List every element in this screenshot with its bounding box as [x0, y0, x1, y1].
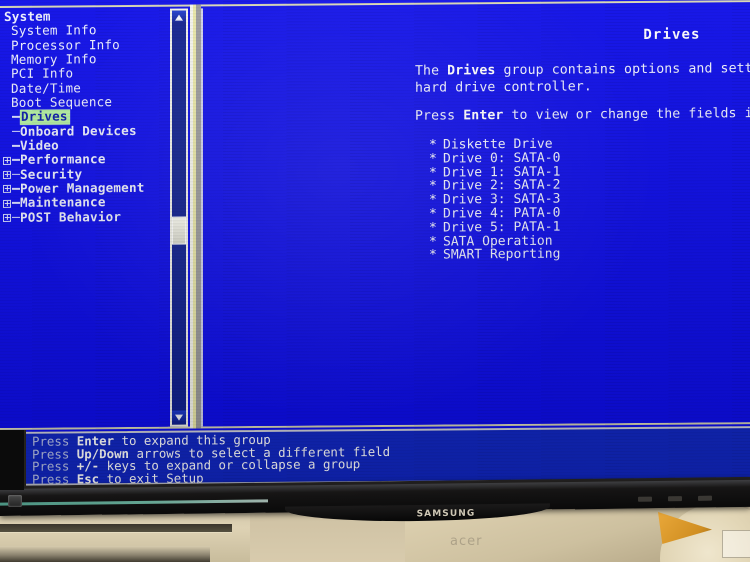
tree-expand-plus-icon[interactable]: + — [2, 168, 20, 182]
keyboard-key-row — [0, 546, 210, 562]
tree-expand-plus-icon[interactable]: + — [2, 182, 20, 196]
bullet-star-icon: * — [429, 165, 437, 181]
bios-content-panel: Drives The Drives group contains options… — [201, 4, 750, 427]
monitor-button-source[interactable] — [668, 496, 682, 502]
monitor-brand-logo: SAMSUNG — [416, 508, 476, 520]
tree-dash-icon — [2, 110, 20, 124]
content-panel-border — [201, 8, 203, 427]
bullet-star-icon: * — [429, 192, 437, 208]
keyboard-function-row — [0, 524, 232, 532]
bullet-star-icon: * — [429, 234, 437, 250]
description-line-2: hard drive controller. — [415, 79, 592, 96]
scroll-down-arrow-icon[interactable] — [172, 410, 186, 425]
sidebar-item-performance[interactable]: + Performance — [0, 152, 168, 168]
tree-dash-icon — [2, 139, 20, 153]
bios-setup-screen: System System Info Processor Info Memory… — [0, 0, 750, 492]
tree-expand-plus-icon[interactable]: + — [2, 211, 20, 225]
bullet-star-icon: * — [429, 178, 437, 195]
list-item[interactable]: * SMART Reporting — [429, 247, 560, 264]
sidebar-item-post-behavior[interactable]: + POST Behavior — [0, 209, 168, 225]
tree-dash-icon — [2, 125, 20, 139]
monitor-button-auto[interactable] — [698, 495, 712, 501]
enter-instruction: Press Enter to view or change the fields… — [415, 105, 750, 124]
tree-expand-plus-icon[interactable]: + — [2, 153, 20, 167]
disc-label-patch — [722, 530, 750, 558]
sidebar-item-boot-sequence[interactable]: Boot Sequence — [0, 94, 168, 111]
sidebar-item-memory-info[interactable]: Memory Info — [0, 51, 168, 68]
bullet-star-icon: * — [429, 220, 437, 236]
bios-navigation-tree[interactable]: System System Info Processor Info Memory… — [0, 9, 168, 428]
sidebar-scrollbar[interactable] — [170, 8, 188, 427]
monitor-power-indicator[interactable] — [8, 495, 22, 507]
scrollbar-thumb[interactable] — [172, 216, 186, 245]
bullet-star-icon: * — [429, 151, 437, 167]
sidebar-item-onboard-devices[interactable]: Onboard Devices — [0, 123, 168, 139]
bullet-star-icon: * — [429, 206, 437, 222]
sidebar-item-pci-info[interactable]: PCI Info — [0, 66, 168, 82]
monitor-left-bezel-strip — [0, 430, 24, 490]
scroll-up-arrow-icon[interactable] — [172, 10, 186, 25]
monitor-button-menu[interactable] — [638, 496, 652, 502]
photo-scene: acer System System Info Processor Info M… — [0, 0, 750, 562]
bullet-star-icon: * — [429, 247, 437, 264]
page-title: Drives — [643, 26, 701, 43]
sidebar-item-system-info[interactable]: System Info — [0, 23, 168, 39]
help-legend-panel: Press Enter to expand this group Press U… — [22, 426, 750, 487]
bullet-star-icon: * — [429, 137, 437, 153]
description-line-1: The Drives group contains options and se… — [415, 60, 750, 79]
tree-expand-plus-icon[interactable]: + — [2, 196, 20, 210]
acer-brand-label: acer — [450, 534, 483, 549]
drive-field-list: * Diskette Drive * Drive 0: SATA-0 * Drive … — [429, 137, 560, 264]
